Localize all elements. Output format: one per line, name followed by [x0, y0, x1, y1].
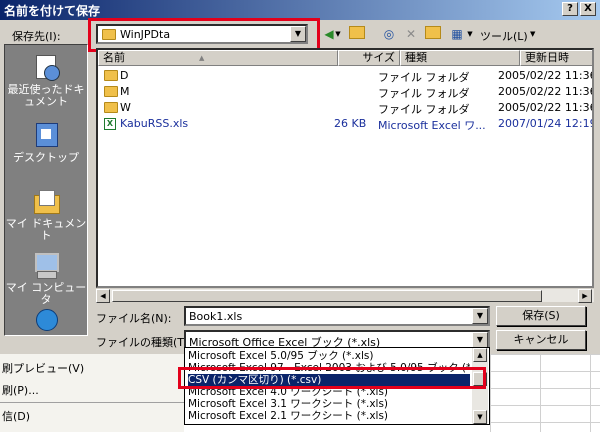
scroll-right-icon[interactable]: ▶ [578, 289, 592, 303]
background-menu-item[interactable]: 刷プレビュー(V) [2, 360, 84, 376]
scroll-thumb[interactable] [112, 290, 542, 302]
place-label: デスクトップ [13, 151, 79, 164]
folder-icon [104, 102, 118, 113]
tools-menu[interactable]: ツール(L) [480, 28, 528, 44]
views-icon[interactable]: ▦ [448, 26, 466, 42]
column-header-label: 種類 [405, 51, 427, 64]
chevron-down-icon[interactable]: ▼ [530, 30, 535, 38]
filetype-option[interactable]: Microsoft Excel 3.1 ワークシート (*.xls) [188, 398, 470, 410]
place-my-network[interactable] [5, 307, 87, 338]
filename-value: Book1.xls [189, 310, 243, 323]
title-bar[interactable]: 名前を付けて保存 ? X [0, 0, 600, 20]
filename-label: ファイル名(N): [96, 312, 172, 325]
my-computer-icon [32, 251, 60, 279]
column-header-date[interactable]: 更新日時 [520, 50, 592, 66]
folder-icon [102, 29, 116, 40]
save-as-dialog: 名前を付けて保存 ? X 保存先(I): WinJPDta ▼ ◀ ▼ ◎ ✕ … [0, 0, 600, 354]
background-menu: 刷プレビュー(V) 刷(P)... 信(D) [0, 354, 184, 432]
file-name: W [120, 101, 131, 114]
column-header-name[interactable]: 名前 ▲ [98, 50, 338, 66]
file-name: KabuRSS.xls [120, 117, 189, 130]
cancel-button[interactable]: キャンセル [496, 330, 586, 350]
save-in-label: 保存先(I): [12, 30, 61, 43]
scroll-up-icon[interactable]: ▲ [473, 348, 487, 362]
my-network-icon [32, 307, 60, 335]
my-documents-icon [32, 187, 60, 215]
scroll-left-icon[interactable]: ◀ [96, 289, 110, 303]
file-size: 26 KB [334, 117, 367, 130]
folder-icon [104, 70, 118, 81]
place-label: 最近使ったドキュメント [7, 83, 85, 108]
place-desktop[interactable]: デスクトップ [5, 121, 87, 164]
chevron-down-icon[interactable]: ▼ [290, 26, 306, 42]
close-button[interactable]: X [580, 2, 596, 16]
file-name: M [120, 85, 130, 98]
background-menu-item[interactable]: 刷(P)... [2, 382, 39, 398]
file-row[interactable]: X KabuRSS.xls 26 KB Microsoft Excel ワ...… [98, 116, 592, 132]
folder-icon [104, 86, 118, 97]
place-label: マイ コンピュータ [5, 281, 87, 306]
file-type: ファイル フォルダ [378, 71, 470, 84]
desktop-icon [32, 121, 60, 149]
file-name: D [120, 69, 129, 82]
column-header-label: サイズ [362, 51, 395, 64]
column-header-label: 名前 [103, 51, 125, 64]
file-row[interactable]: W ファイル フォルダ 2005/02/22 11:36 [98, 100, 592, 116]
up-folder-icon[interactable] [348, 26, 366, 42]
place-recent[interactable]: 最近使ったドキュメント [5, 53, 87, 108]
file-type: Microsoft Excel ワ... [378, 119, 486, 132]
delete-icon[interactable]: ✕ [402, 26, 420, 42]
file-type: ファイル フォルダ [378, 87, 470, 100]
excel-file-icon: X [104, 118, 116, 130]
file-row[interactable]: D ファイル フォルダ 2005/02/22 11:36 [98, 68, 592, 84]
column-header-size[interactable]: サイズ [338, 50, 400, 66]
chevron-down-icon[interactable]: ▼ [466, 26, 474, 42]
place-my-computer[interactable]: マイ コンピュータ [5, 251, 87, 306]
place-label: マイ ドキュメント [5, 217, 87, 242]
place-my-documents[interactable]: マイ ドキュメント [5, 187, 87, 242]
sort-ascending-icon: ▲ [199, 54, 205, 62]
chevron-down-icon[interactable]: ▼ [334, 26, 342, 42]
help-button[interactable]: ? [562, 2, 578, 16]
save-button[interactable]: 保存(S) [496, 306, 586, 326]
save-in-dropdown[interactable]: WinJPDta ▼ [96, 24, 308, 44]
horizontal-scrollbar[interactable]: ◀ ▶ [96, 288, 594, 303]
filetype-option[interactable]: Microsoft Excel 5.0/95 ブック (*.xls) [188, 350, 470, 362]
filename-input[interactable]: Book1.xls ▼ [184, 306, 490, 326]
scroll-down-icon[interactable]: ▼ [473, 410, 487, 424]
file-date: 2007/01/24 12:19 [498, 117, 594, 130]
file-date: 2005/02/22 11:36 [498, 85, 594, 98]
background-menu-divider [0, 402, 184, 403]
file-date: 2005/02/22 11:36 [498, 69, 594, 82]
filetype-label: ファイルの種類(T): [96, 336, 193, 349]
search-web-icon[interactable]: ◎ [380, 26, 398, 42]
dialog-title: 名前を付けて保存 [4, 4, 101, 18]
recent-documents-icon [32, 53, 60, 81]
filetype-option[interactable]: Microsoft Excel 2.1 ワークシート (*.xls) [188, 410, 470, 422]
column-header-label: 更新日時 [525, 51, 569, 64]
new-folder-icon[interactable] [424, 26, 442, 42]
column-header-type[interactable]: 種類 [400, 50, 520, 66]
chevron-down-icon[interactable]: ▼ [472, 308, 488, 324]
places-bar: 最近使ったドキュメント デスクトップ マイ ドキュメント マイ コンピュータ [4, 44, 88, 336]
background-sheet [490, 354, 600, 432]
csv-option-highlight [178, 367, 486, 389]
file-row[interactable]: M ファイル フォルダ 2005/02/22 11:36 [98, 84, 592, 100]
file-date: 2005/02/22 11:36 [498, 101, 594, 114]
file-list[interactable]: 名前 ▲ サイズ 種類 更新日時 D ファイル フォルダ 2005/02/22 … [96, 48, 594, 288]
chevron-down-icon[interactable]: ▼ [472, 332, 488, 348]
background-menu-item[interactable]: 信(D) [2, 408, 30, 424]
file-type: ファイル フォルダ [378, 103, 470, 116]
save-in-value: WinJPDta [120, 28, 171, 41]
